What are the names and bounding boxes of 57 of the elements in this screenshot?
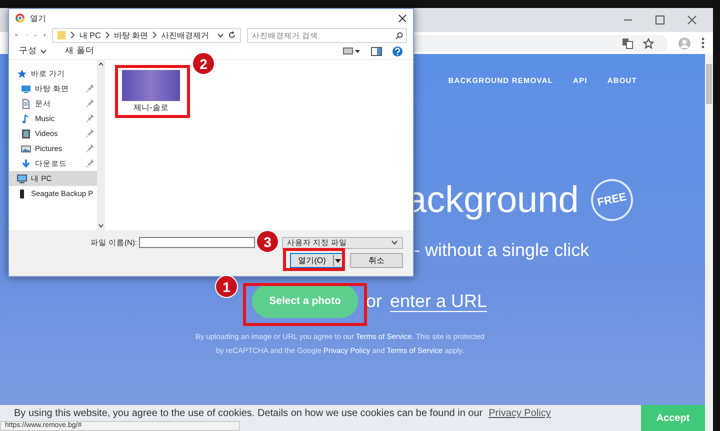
- help-icon[interactable]: [392, 46, 403, 56]
- open-button[interactable]: 열기(O): [290, 253, 343, 268]
- folder-icon: [57, 30, 66, 40]
- headline: ackground: [406, 178, 579, 222]
- cancel-button[interactable]: 취소: [350, 253, 403, 268]
- caret-icon: [40, 48, 47, 54]
- breadcrumb-item[interactable]: 사진배경제거: [160, 30, 209, 40]
- drive-icon: [17, 188, 27, 198]
- refresh-icon[interactable]: [228, 31, 236, 39]
- organize-button[interactable]: 구성: [19, 45, 47, 57]
- caret-icon: [391, 240, 398, 245]
- down-arrow-icon: [21, 158, 31, 168]
- scroll-up-icon[interactable]: [98, 62, 104, 66]
- scrollbar[interactable]: [97, 60, 105, 230]
- cookie-text: By using this website, you agree to the use of cookies. Details on how we use cookies can be found in our: [14, 408, 483, 420]
- privacy-policy-link[interactable]: Privacy Policy: [488, 408, 551, 420]
- preview-pane-icon[interactable]: [371, 46, 382, 56]
- translate-icon[interactable]: [622, 38, 633, 48]
- path-bar[interactable]: 내 PC 바탕 화면 사진배경제거: [52, 28, 241, 42]
- picture-icon: [21, 144, 31, 154]
- computer-icon: [17, 174, 27, 184]
- dialog-title: 열기: [30, 12, 46, 24]
- menu-icon[interactable]: [701, 37, 705, 49]
- dropdown-caret-icon: [216, 32, 224, 38]
- pin-icon: [85, 158, 95, 168]
- chevron-icon: [104, 31, 110, 39]
- new-folder-button[interactable]: 새 폴더: [65, 45, 94, 57]
- browser-logo-icon: [15, 13, 25, 23]
- star-icon: [17, 68, 27, 78]
- star-icon[interactable]: [643, 38, 654, 48]
- chevron-icon: [152, 31, 157, 39]
- music-note-icon: [21, 114, 31, 124]
- filename-field[interactable]: [139, 237, 255, 248]
- film-icon: [21, 128, 31, 138]
- scroll-down-icon[interactable]: [98, 224, 104, 228]
- pin-icon: [85, 112, 95, 122]
- pin-icon: [85, 82, 95, 92]
- close-icon[interactable]: [398, 14, 407, 22]
- or-text: or: [366, 290, 382, 312]
- pin-icon: [85, 98, 95, 108]
- monitor-icon: [21, 84, 31, 94]
- breadcrumb-item[interactable]: 바탕 화면: [114, 30, 148, 40]
- search-icon[interactable]: [394, 32, 403, 40]
- back-icon[interactable]: [15, 31, 19, 39]
- dropdown-caret-icon[interactable]: [334, 258, 342, 264]
- highlight-frame: [283, 248, 345, 271]
- file-name[interactable]: 제니-솔로: [134, 103, 168, 113]
- maximize-icon[interactable]: [655, 15, 665, 25]
- pin-icon: [85, 142, 95, 152]
- breadcrumb-item[interactable]: 내 PC: [79, 30, 101, 40]
- scrollbar[interactable]: [705, 54, 713, 431]
- document-icon: [21, 98, 31, 108]
- subtitle: - without a single click: [414, 239, 590, 262]
- view-icon[interactable]: [343, 47, 361, 55]
- pin-icon: [85, 128, 95, 138]
- chevron-icon: [70, 31, 76, 39]
- close-icon[interactable]: [687, 15, 697, 25]
